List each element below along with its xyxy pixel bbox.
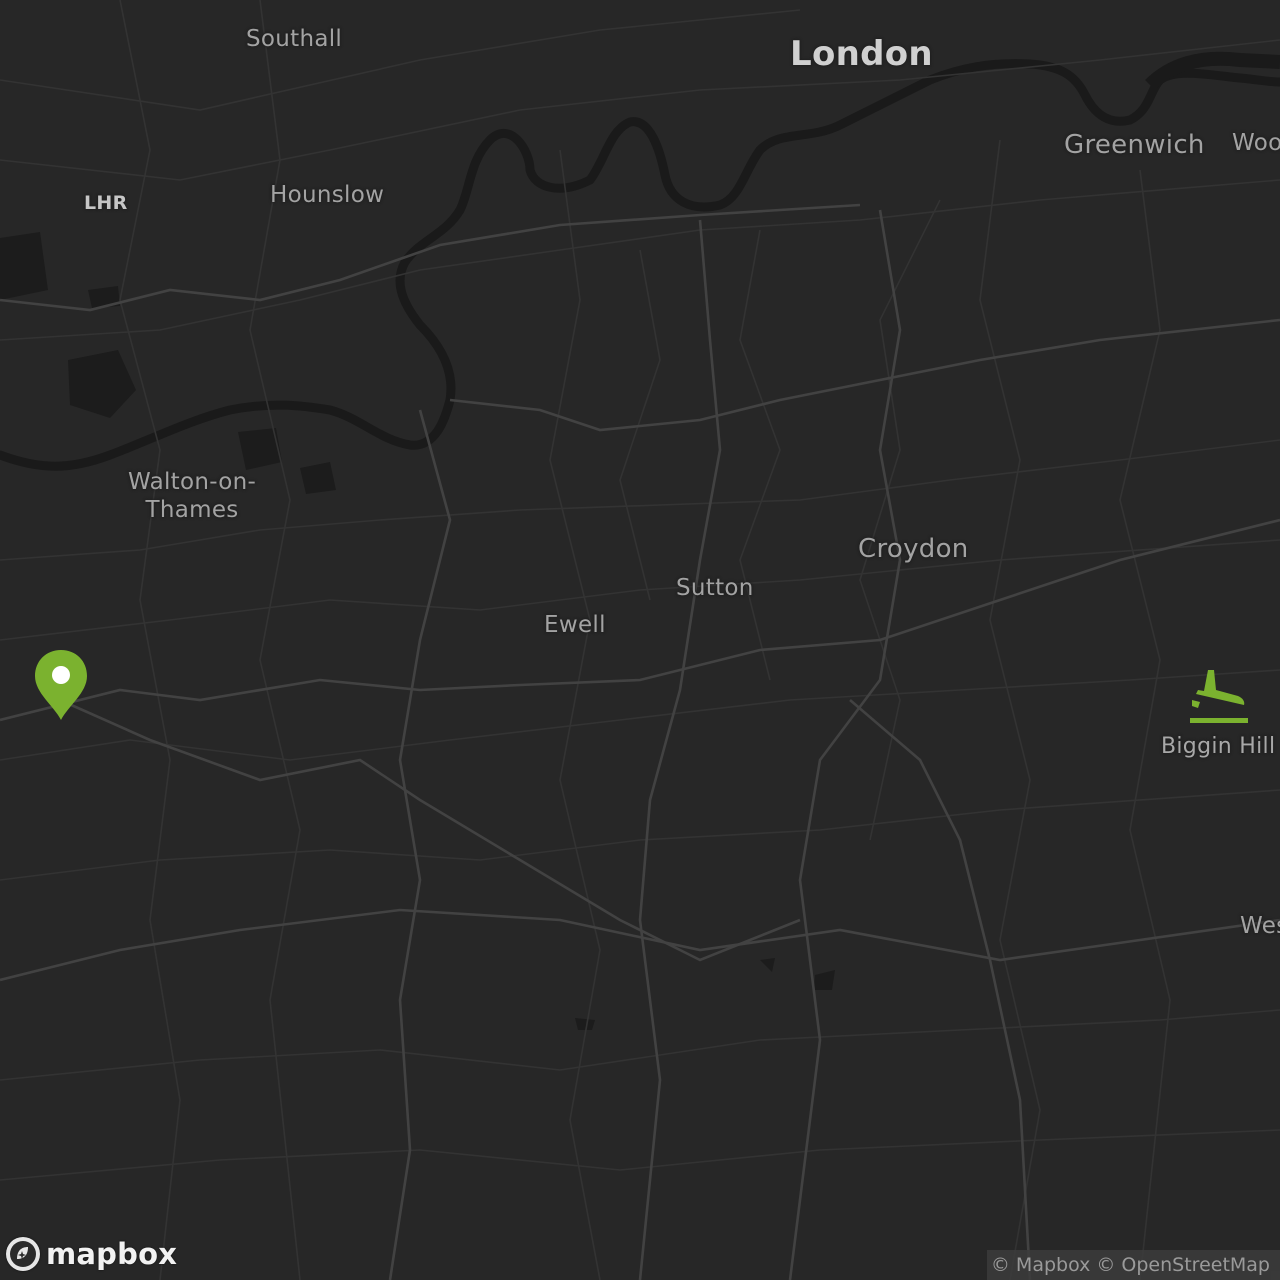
map-canvas[interactable]: London Southall Greenwich Woo LHR Hounsl… [0, 0, 1280, 1280]
airplane-landing-icon[interactable] [1188, 664, 1250, 726]
place-label-walton-on-thames: Walton-on- Thames [128, 468, 256, 524]
map-pin-icon[interactable] [32, 648, 90, 722]
attribution-bar: © Mapbox © OpenStreetMap [986, 1250, 1280, 1280]
mapbox-logo-icon [6, 1237, 40, 1271]
airport-label-biggin-hill[interactable]: Biggin Hill [1161, 734, 1275, 759]
place-label-walton-line1: Walton-on- [128, 469, 257, 495]
place-label-west: Wes [1240, 913, 1280, 939]
place-label-southall: Southall [246, 26, 343, 52]
place-label-london: London [790, 34, 933, 74]
place-label-sutton: Sutton [676, 575, 754, 601]
place-label-lhr: LHR [84, 192, 128, 214]
place-label-walton-line2: Thames [145, 497, 239, 523]
mapbox-logo-text: mapbox [46, 1237, 178, 1271]
place-label-hounslow: Hounslow [270, 182, 385, 208]
minor-roads [0, 0, 1280, 1280]
major-roads [0, 203, 1280, 1280]
place-label-ewell: Ewell [544, 612, 606, 638]
attribution-mapbox-link[interactable]: © Mapbox [991, 1254, 1090, 1276]
attribution-osm-link[interactable]: © OpenStreetMap [1096, 1254, 1270, 1276]
place-label-croydon: Croydon [858, 534, 969, 564]
place-label-woolwich: Woo [1232, 130, 1280, 156]
mapbox-logo[interactable]: mapbox [6, 1234, 177, 1274]
map-base-layer [0, 0, 1280, 1280]
place-label-greenwich: Greenwich [1064, 130, 1205, 160]
river-thames [0, 59, 1280, 471]
